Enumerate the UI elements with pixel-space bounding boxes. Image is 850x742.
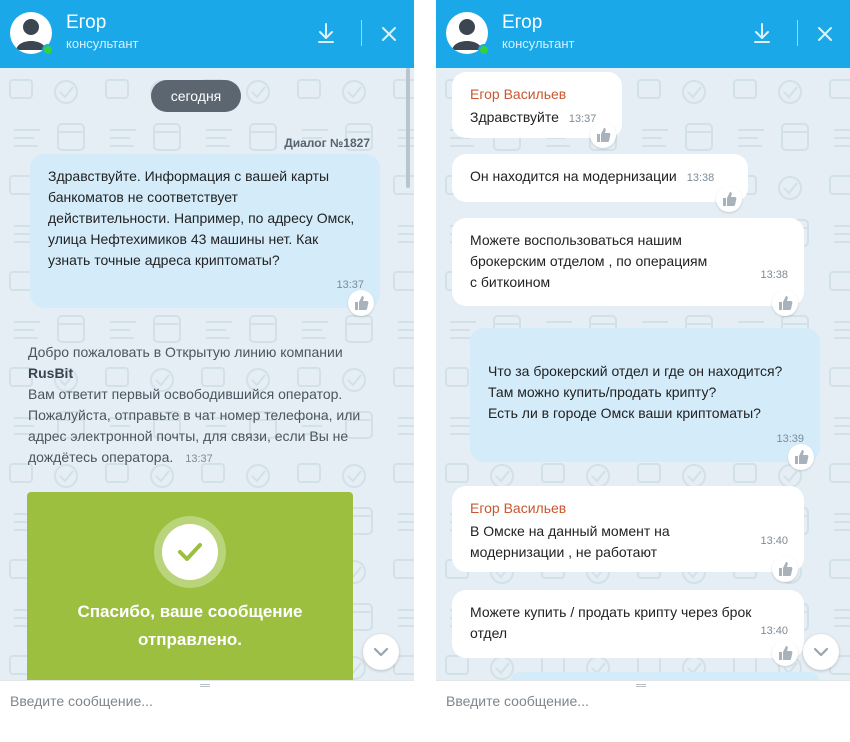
resize-grip[interactable]	[200, 684, 210, 687]
thumbs-up-icon	[723, 192, 737, 206]
sender-name: Егор Васильев	[470, 86, 567, 102]
message-text: В Омске на данный момент на модернизации…	[470, 523, 670, 560]
success-ring	[154, 516, 226, 588]
close-icon	[382, 27, 396, 41]
agent-name: Егор	[66, 12, 107, 33]
message-text: Он находится на модернизации	[470, 168, 677, 184]
message-time: 13:40	[760, 625, 788, 637]
download-arrow-icon	[754, 23, 770, 43]
welcome-message: Добро пожаловать в Открытую линию компан…	[28, 342, 370, 470]
message-bubble-outgoing: Что за брокерский отдел и где он находит…	[470, 328, 820, 462]
online-status-indicator	[478, 44, 490, 56]
header-separator	[361, 20, 362, 46]
chat-window-right: Егор консультант Егор Васильев Здравству…	[436, 0, 850, 742]
like-button[interactable]	[772, 290, 798, 316]
like-button[interactable]	[772, 556, 798, 582]
message-input[interactable]	[446, 689, 836, 713]
message-bubble-incoming: Егор Васильев В Омске на данный момент н…	[452, 486, 804, 572]
message-time: 13:38	[686, 172, 715, 184]
like-button[interactable]	[590, 122, 616, 148]
thumbs-up-icon	[779, 296, 793, 310]
message-composer	[0, 680, 414, 742]
agent-role: консультант	[502, 36, 575, 51]
message-time: 13:38	[760, 269, 788, 281]
message-bubble-incoming: Можете купить / продать крипту через бро…	[452, 590, 804, 658]
close-button[interactable]	[375, 20, 403, 48]
message-bubble-incoming: Можете воспользоваться нашим брокерским …	[452, 218, 804, 306]
message-text: Здравствуйте	[470, 109, 559, 125]
message-input[interactable]	[10, 689, 400, 713]
download-arrow-icon	[318, 23, 334, 43]
chat-header: Егор консультант	[436, 0, 850, 68]
download-button[interactable]	[312, 20, 340, 48]
message-area: сегодня Диалог №1827 Здравствуйте. Инфор…	[0, 68, 414, 680]
checkmark-icon	[178, 543, 202, 561]
download-button[interactable]	[748, 20, 776, 48]
message-text: Можете купить / продать крипту через бро…	[470, 604, 752, 641]
scroll-down-button[interactable]	[363, 634, 399, 670]
thumbs-up-icon	[779, 562, 793, 576]
message-time: 13:40	[760, 535, 788, 547]
sender-name: Егор Васильев	[470, 500, 567, 516]
company-name: RusBit	[28, 365, 74, 381]
message-bubble-partial	[510, 672, 820, 680]
online-status-indicator	[42, 44, 54, 56]
success-card: Спасибо, ваше сообщение отправлено.	[27, 492, 353, 680]
agent-role: консультант	[66, 36, 139, 51]
thumbs-up-icon	[779, 646, 793, 660]
like-button[interactable]	[772, 640, 798, 666]
message-composer	[436, 680, 850, 742]
thumbs-up-icon	[795, 450, 809, 464]
success-message: Спасибо, ваше сообщение отправлено.	[77, 602, 303, 649]
chevron-down-icon	[813, 647, 829, 657]
close-icon	[818, 27, 832, 41]
chevron-down-icon	[373, 647, 389, 657]
thumbs-up-icon	[597, 128, 611, 142]
scroll-down-button[interactable]	[803, 634, 839, 670]
chat-header: Егор консультант	[0, 0, 414, 68]
resize-grip[interactable]	[636, 684, 646, 687]
message-area: Егор Васильев Здравствуйте 13:37 Он наход…	[436, 68, 850, 680]
message-text: Здравствуйте. Информация с вашей карты б…	[48, 168, 355, 268]
close-button[interactable]	[811, 20, 839, 48]
message-text: Что за брокерский отдел и где он находит…	[488, 363, 783, 421]
message-bubble-outgoing: Здравствуйте. Информация с вашей карты б…	[30, 154, 380, 308]
chat-window-left: Егор консультант сегодня Диалог №1827 Зд…	[0, 0, 414, 742]
like-button[interactable]	[716, 186, 742, 212]
date-separator: сегодня	[151, 80, 241, 112]
scrollbar[interactable]	[406, 68, 410, 188]
header-separator	[797, 20, 798, 46]
success-circle	[162, 524, 218, 580]
message-bubble-incoming: Он находится на модернизации 13:38	[452, 154, 748, 202]
dialog-number: Диалог №1827	[284, 136, 370, 150]
like-button[interactable]	[788, 444, 814, 470]
thumbs-up-icon	[355, 296, 369, 310]
like-button[interactable]	[348, 290, 374, 316]
agent-name: Егор	[502, 12, 543, 33]
message-time: 13:37	[185, 453, 213, 465]
welcome-line1: Добро пожаловать в Открытую линию компан…	[28, 344, 343, 360]
message-text: Можете воспользоваться нашим брокерским …	[470, 232, 708, 290]
